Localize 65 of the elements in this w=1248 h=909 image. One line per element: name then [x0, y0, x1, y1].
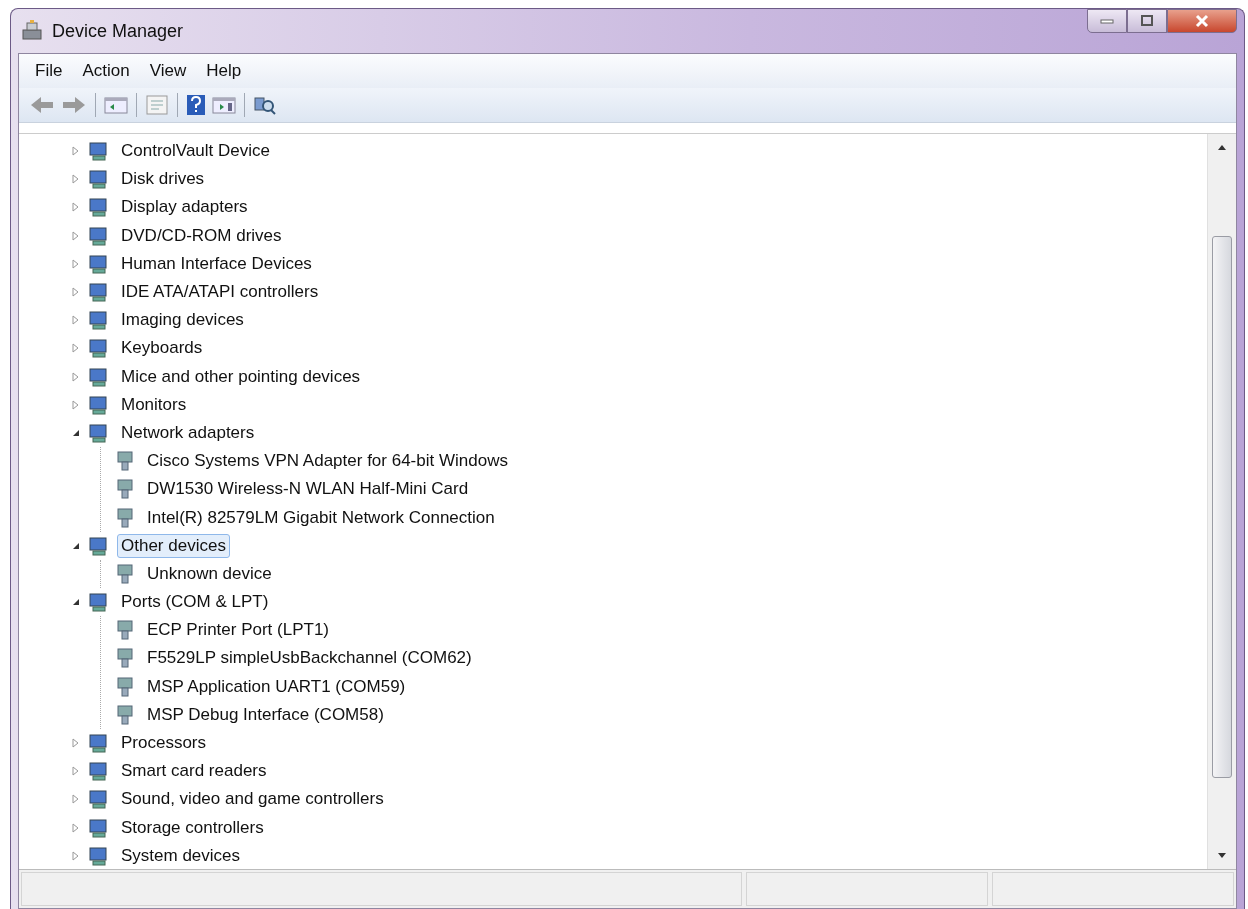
tree-item[interactable]: Display adapters [117, 195, 252, 220]
tree-item[interactable]: Storage controllers [117, 815, 268, 840]
expand-toggle-icon[interactable] [71, 146, 81, 157]
maximize-button[interactable] [1127, 9, 1167, 33]
expand-toggle-icon[interactable] [71, 258, 81, 269]
tree-item[interactable]: Disk drives [117, 167, 209, 192]
scrollbar-thumb[interactable] [1212, 236, 1232, 778]
tree-item[interactable]: DVD/CD-ROM drives [117, 223, 286, 248]
expand-toggle-icon[interactable] [71, 822, 81, 833]
tree-item[interactable]: Intel(R) 82579LM Gigabit Network Connection [143, 505, 499, 530]
tree-item[interactable]: Ports (COM & LPT) [117, 590, 273, 615]
forward-arrow-icon[interactable] [61, 95, 87, 115]
tree-item[interactable]: Human Interface Devices [117, 251, 316, 276]
scan-hardware-icon[interactable] [253, 94, 277, 116]
computer-icon [20, 20, 44, 42]
tree-item[interactable]: DW1530 Wireless-N WLAN Half-Mini Card [143, 477, 473, 502]
expand-toggle-icon[interactable] [71, 399, 81, 410]
tree-item[interactable]: ECP Printer Port (LPT1) [143, 618, 334, 643]
menu-item[interactable]: View [141, 59, 195, 83]
expand-toggle-icon[interactable] [71, 850, 81, 861]
menu-item[interactable]: Action [74, 59, 138, 83]
close-icon [1194, 14, 1210, 28]
expand-toggle-icon[interactable] [71, 794, 81, 805]
expand-toggle-icon[interactable] [71, 343, 81, 354]
properties-icon[interactable] [145, 94, 169, 116]
console-tree-icon[interactable] [104, 95, 128, 115]
tree-item[interactable]: MSP Application UART1 (COM59) [143, 674, 410, 699]
expand-toggle-icon[interactable] [71, 597, 81, 608]
back-arrow-icon[interactable] [29, 95, 55, 115]
minimize-button[interactable] [1087, 9, 1127, 33]
scrollbar[interactable] [1207, 134, 1236, 869]
window-title: Device Manager [52, 20, 184, 42]
tree-item[interactable]: Imaging devices [117, 308, 248, 333]
scroll-down-icon[interactable] [1217, 853, 1227, 859]
tree-item[interactable]: Keyboards [117, 336, 207, 361]
menu-item[interactable]: Help [198, 59, 250, 83]
minimize-icon [1099, 17, 1115, 25]
expand-toggle-icon[interactable] [71, 371, 81, 382]
close-button[interactable] [1167, 9, 1237, 33]
tree-item[interactable]: Mice and other pointing devices [117, 364, 365, 389]
tree-item[interactable]: Other devices [117, 533, 230, 558]
tree-item[interactable]: Smart card readers [117, 759, 271, 784]
maximize-icon [1139, 15, 1155, 27]
tree-item[interactable]: Monitors [117, 392, 191, 417]
tree-item[interactable]: ControlVault Device [117, 139, 274, 164]
tree-item[interactable]: System devices [117, 843, 245, 868]
expand-toggle-icon[interactable] [71, 738, 81, 749]
tree-item[interactable]: Unknown device [143, 561, 276, 586]
expand-toggle-icon[interactable] [71, 315, 81, 326]
tree-item[interactable]: MSP Debug Interface (COM58) [143, 702, 388, 727]
expand-toggle-icon[interactable] [71, 174, 81, 185]
action-pane-icon[interactable] [212, 95, 236, 115]
tree-item[interactable]: Network adapters [117, 420, 259, 445]
expand-toggle-icon[interactable] [71, 230, 81, 241]
expand-toggle-icon[interactable] [71, 766, 81, 777]
tree-item[interactable]: Sound, video and game controllers [117, 787, 388, 812]
tree-item[interactable]: Processors [117, 731, 211, 756]
menu-item[interactable]: File [27, 59, 71, 83]
tree-item[interactable]: F5529LP simpleUsbBackchannel (COM62) [143, 646, 476, 671]
tree-item[interactable]: Cisco Systems VPN Adapter for 64-bit Windows [143, 449, 512, 474]
expand-toggle-icon[interactable] [71, 202, 81, 213]
expand-toggle-icon[interactable] [71, 287, 81, 298]
tree-item[interactable]: IDE ATA/ATAPI controllers [117, 280, 323, 305]
scroll-up-icon[interactable] [1217, 144, 1227, 150]
help-icon[interactable] [186, 94, 206, 116]
